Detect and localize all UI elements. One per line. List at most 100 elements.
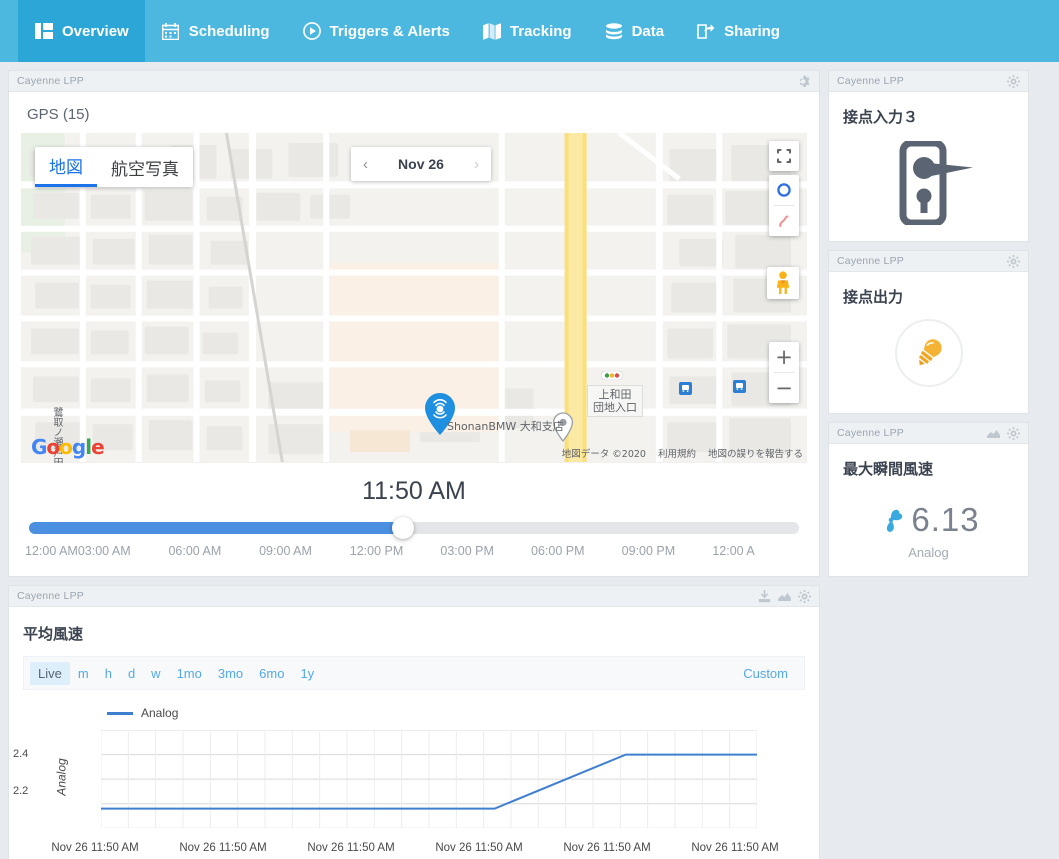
current-date-label: Nov 26 xyxy=(398,156,444,172)
timeline-ticks: 12:00 AM 03:00 AM 06:00 AM 09:00 AM 12:0… xyxy=(9,544,819,558)
prev-day-button[interactable]: ‹ xyxy=(363,156,368,173)
widget-header: Cayenne LPP xyxy=(829,251,1028,272)
widget-device-name: Cayenne LPP xyxy=(837,255,904,267)
download-icon[interactable] xyxy=(758,589,771,603)
chart-x-tick: Nov 26 11:50 AM xyxy=(435,842,523,854)
range-3mo[interactable]: 3mo xyxy=(210,662,251,685)
play-circle-icon xyxy=(302,21,322,41)
chart-x-tick: Nov 26 11:50 AM xyxy=(307,842,395,854)
gps-count-label: GPS (15) xyxy=(27,106,90,123)
pegman-street-view-icon[interactable] xyxy=(767,267,799,299)
widget-device-name: Cayenne LPP xyxy=(837,427,904,439)
tick-label: 12:00 PM xyxy=(349,544,404,558)
bus-station-icon xyxy=(679,382,692,395)
max-gust-value-widget: Cayenne LPP 最大瞬間風速 6.13 Analog xyxy=(828,422,1029,577)
map-type-satellite-button[interactable]: 航空写真 xyxy=(97,147,193,187)
range-day[interactable]: d xyxy=(120,662,143,685)
attribution-terms[interactable]: 利用規約 xyxy=(658,446,696,460)
sensor-value: 6.13 xyxy=(911,501,980,538)
tab-sharing[interactable]: Sharing xyxy=(680,0,796,62)
widget-device-name: Cayenne LPP xyxy=(17,590,84,602)
range-live[interactable]: Live xyxy=(30,661,70,685)
right-column: Cayenne LPP 接点入力３ Cayenne LPP 接点出力 Cayen… xyxy=(828,70,1029,577)
tab-data[interactable]: Data xyxy=(588,0,681,62)
range-custom-button[interactable]: Custom xyxy=(733,662,798,685)
widget-body: 接点出力 xyxy=(829,272,1028,413)
range-minute[interactable]: m xyxy=(70,662,97,685)
time-range-selector: Live m h d w 1mo 3mo 6mo 1y Custom xyxy=(23,656,805,690)
chart-y-tick: 2.2 xyxy=(13,785,29,797)
widget-name: 接点出力 xyxy=(843,288,904,306)
zoom-out-button[interactable]: − xyxy=(769,373,799,403)
date-navigator: ‹ Nov 26 › xyxy=(351,147,491,181)
gear-icon[interactable] xyxy=(1007,254,1020,268)
chart-y-tick: 2.4 xyxy=(13,748,29,760)
tab-scheduling[interactable]: Scheduling xyxy=(145,0,286,62)
tab-label: Sharing xyxy=(724,22,780,40)
chart-y-axis-label: Analog xyxy=(54,758,69,796)
tick-label: 03:00 AM xyxy=(77,544,131,558)
dashboard-grid-icon xyxy=(34,21,54,41)
widget-device-name: Cayenne LPP xyxy=(17,75,84,87)
tick-label: 12:00 A xyxy=(712,544,755,558)
geofence-circle-icon[interactable] xyxy=(769,175,799,205)
zoom-in-button[interactable]: + xyxy=(769,342,799,372)
gear-icon[interactable] xyxy=(798,589,811,603)
tab-tracking[interactable]: Tracking xyxy=(466,0,588,62)
tick-label: 09:00 AM xyxy=(259,544,312,558)
chart-x-tick: Nov 26 11:50 AM xyxy=(51,842,139,854)
next-day-button[interactable]: › xyxy=(474,156,479,173)
tab-label: Scheduling xyxy=(188,22,270,40)
map-poi-label: ShonanBMW 大和支店 xyxy=(447,420,564,433)
widget-header: Cayenne LPP xyxy=(829,423,1028,444)
attribution-data: 地図データ ©2020 xyxy=(561,449,646,460)
tab-label: Overview xyxy=(62,22,129,40)
gear-icon[interactable] xyxy=(1007,426,1020,440)
timeline-slider[interactable] xyxy=(29,517,799,539)
chart-x-tick: Nov 26 11:50 AM xyxy=(179,842,267,854)
chart-x-tick: Nov 26 11:50 AM xyxy=(563,842,651,854)
slider-handle[interactable] xyxy=(392,517,415,539)
chart-plot-area xyxy=(101,730,757,828)
fan-icon xyxy=(887,509,903,532)
tick-label: 06:00 AM xyxy=(168,544,222,558)
widget-device-name: Cayenne LPP xyxy=(837,75,904,87)
map-canvas[interactable]: 上和田 団地入口 鷺取ノ瀬戸田バイ ShonanBMW 大和支店 ENEOS D… xyxy=(21,133,807,463)
map-type-map-button[interactable]: 地図 xyxy=(35,147,97,187)
widget-name: 接点入力３ xyxy=(843,108,919,126)
chart-icon[interactable] xyxy=(778,590,791,602)
path-curve-icon[interactable] xyxy=(769,206,799,236)
left-column: Cayenne LPP GPS (15) 上和田 団地入口 鷺取ノ瀬戸田バイ S… xyxy=(8,70,820,859)
map-fold-icon xyxy=(482,21,502,41)
average-wind-speed-chart-widget: Cayenne LPP 平均風速 Live m h d w 1mo 3mo 6m… xyxy=(8,585,820,859)
range-1y[interactable]: 1y xyxy=(292,662,322,685)
range-hour[interactable]: h xyxy=(97,662,120,685)
timeline-scrubber: 11:50 AM 12:00 AM 03:00 AM 06:00 AM 09:0… xyxy=(9,463,819,576)
map-intersection-label: 上和田 団地入口 xyxy=(587,385,643,418)
toggle-button[interactable] xyxy=(894,319,963,387)
share-export-icon xyxy=(696,21,716,41)
chart-title: 平均風速 xyxy=(23,625,84,643)
tab-overview[interactable]: Overview xyxy=(18,0,145,62)
traffic-signal-icon xyxy=(601,371,623,380)
gear-icon[interactable] xyxy=(798,75,811,88)
gear-icon[interactable] xyxy=(1007,74,1020,88)
range-1mo[interactable]: 1mo xyxy=(169,662,210,685)
chart-x-tick: Nov 26 11:50 AM xyxy=(691,842,779,854)
legend-swatch xyxy=(107,711,133,715)
widget-name: 最大瞬間風速 xyxy=(843,460,934,478)
tab-triggers-alerts[interactable]: Triggers & Alerts xyxy=(286,0,466,62)
range-week[interactable]: w xyxy=(143,662,168,685)
dashboard-body: Cayenne LPP GPS (15) 上和田 団地入口 鷺取ノ瀬戸田バイ S… xyxy=(0,62,1059,859)
light-bulb-icon xyxy=(918,339,942,365)
sensor-unit-label: Analog xyxy=(908,545,949,560)
attribution-report[interactable]: 地図の誤りを報告する xyxy=(708,446,803,460)
chart-x-axis: Nov 26 11:50 AM Nov 26 11:50 AM Nov 26 1… xyxy=(31,842,799,854)
widget-header: Cayenne LPP xyxy=(9,71,819,92)
range-6mo[interactable]: 6mo xyxy=(251,662,292,685)
chart-icon[interactable] xyxy=(987,427,1000,439)
tick-label: 03:00 PM xyxy=(440,544,494,558)
door-handle-lock-icon xyxy=(899,141,973,225)
fullscreen-icon[interactable] xyxy=(769,141,799,171)
tab-label: Triggers & Alerts xyxy=(329,22,450,40)
